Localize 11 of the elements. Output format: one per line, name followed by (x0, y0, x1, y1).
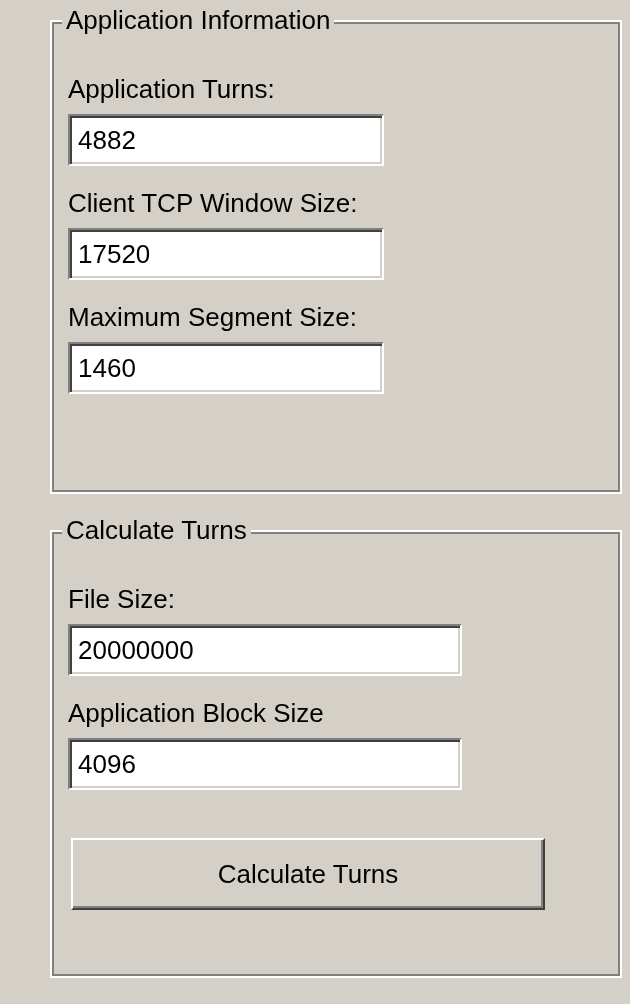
field-label: Application Block Size (68, 698, 325, 728)
field-label: Client TCP Window Size: (68, 188, 359, 218)
input-field[interactable]: 17520 (68, 228, 384, 280)
field-label: Maximum Segment Size: (68, 302, 358, 332)
calculate-button[interactable]: Calculate Turns (71, 838, 545, 910)
input-field[interactable]: 20000000 (68, 624, 462, 676)
input-field[interactable]: 4882 (68, 114, 384, 166)
input-field[interactable]: 4096 (68, 738, 462, 790)
input-field[interactable]: 1460 (68, 342, 384, 394)
field-label: Application Turns: (68, 74, 276, 104)
field-label: File Size: (68, 584, 176, 614)
